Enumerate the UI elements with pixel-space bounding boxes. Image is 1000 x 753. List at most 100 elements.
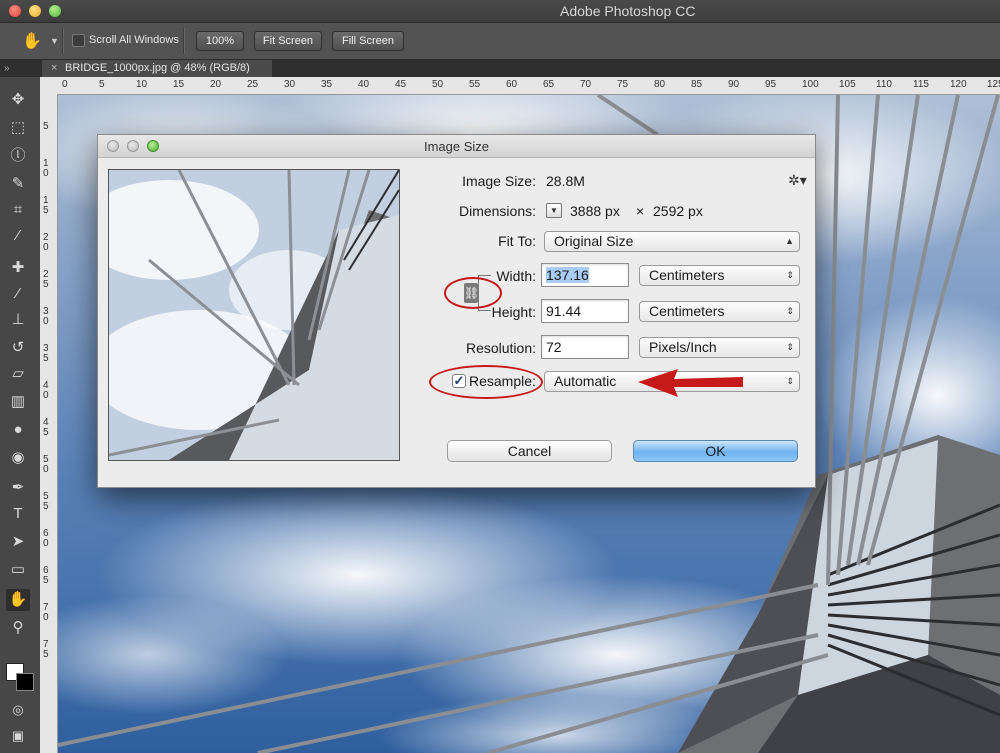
path-select-icon[interactable]: ➤: [6, 531, 30, 553]
ruler-tick-label: 55: [469, 79, 481, 90]
chevron-down-icon[interactable]: ▼: [50, 36, 59, 46]
type-icon[interactable]: T: [6, 503, 30, 525]
ruler-tick-label: 15: [173, 79, 185, 90]
eyedropper-icon[interactable]: ⁄: [6, 225, 30, 247]
ruler-tick-label: 10: [43, 158, 49, 179]
image-size-dialog: Image Size Image Size: 28.8M ✲▾ Dimensio…: [97, 134, 816, 488]
cancel-button[interactable]: Cancel: [447, 440, 612, 462]
image-size-label: Image Size:: [462, 173, 536, 189]
brush-icon[interactable]: ⁄: [6, 283, 30, 305]
healing-icon[interactable]: ✚: [6, 257, 30, 279]
crop-icon[interactable]: ⌗: [6, 199, 30, 221]
close-window-button[interactable]: [9, 5, 21, 17]
ruler-tick-label: 25: [43, 269, 49, 290]
ruler-tick-label: 30: [284, 79, 296, 90]
dimensions-dropdown-icon[interactable]: ▼: [546, 203, 562, 218]
fit-to-label: Fit To:: [498, 233, 536, 249]
fit-to-select[interactable]: Original Size ▲: [544, 231, 800, 252]
width-unit-select[interactable]: Centimeters ⇕: [639, 265, 800, 286]
gear-icon[interactable]: ✲▾: [788, 172, 807, 189]
options-bar: ✋ ▼ Scroll All Windows 100% Fit Screen F…: [0, 23, 1000, 60]
width-value: 137.16: [546, 267, 589, 283]
ruler-tick-label: 20: [210, 79, 222, 90]
ruler-tick-label: 120: [950, 79, 967, 90]
ruler-tick-label: 35: [321, 79, 333, 90]
resample-value: Automatic: [554, 373, 617, 389]
dialog-title: Image Size: [423, 139, 490, 154]
height-value: 91.44: [546, 303, 582, 319]
zoom-icon[interactable]: ⚲: [6, 617, 30, 639]
ruler-tick-label: 40: [43, 380, 49, 401]
background-color-swatch[interactable]: [16, 673, 34, 691]
zoom-100-button[interactable]: 100%: [196, 31, 244, 51]
blur-icon[interactable]: ●: [6, 419, 30, 441]
ruler-tick-label: 60: [506, 79, 518, 90]
ruler-tick-label: 110: [876, 79, 892, 90]
history-brush-icon[interactable]: ↺: [6, 337, 30, 359]
eraser-icon[interactable]: ▱: [6, 363, 30, 385]
screen-mode-icon[interactable]: ▣: [6, 725, 30, 747]
resample-label: Resample:: [469, 373, 536, 389]
updown-arrows-icon: ⇕: [786, 376, 794, 386]
dimensions-width-value: 3888 px: [570, 203, 620, 219]
resolution-field[interactable]: 72: [541, 335, 629, 359]
title-bar: Adobe Photoshop CC: [0, 0, 1000, 23]
ruler-tick-label: 115: [913, 79, 929, 90]
zoom-window-button[interactable]: [49, 5, 61, 17]
ok-button[interactable]: OK: [633, 440, 798, 462]
height-label: Height:: [491, 304, 536, 320]
height-unit-value: Centimeters: [649, 303, 725, 319]
vertical-ruler: 5 10 15 20 25 30 35 40 45 50 55 60 65 70 75: [40, 94, 58, 753]
width-field[interactable]: 137.16: [541, 263, 629, 287]
quick-select-icon[interactable]: ✎: [6, 173, 30, 195]
ruler-tick-label: 35: [43, 343, 49, 364]
resolution-unit-select[interactable]: Pixels/Inch ⇕: [639, 337, 800, 358]
marquee-icon[interactable]: ⬚: [6, 117, 30, 139]
fill-screen-button[interactable]: Fill Screen: [332, 31, 404, 51]
scroll-all-windows-checkbox[interactable]: [72, 34, 85, 47]
ruler-tick-label: 100: [802, 79, 819, 90]
height-unit-select[interactable]: Centimeters ⇕: [639, 301, 800, 322]
document-tab-bar: × BRIDGE_1000px.jpg @ 48% (RGB/8): [40, 60, 1000, 77]
resolution-label: Resolution:: [465, 340, 536, 356]
hand-icon[interactable]: ✋: [22, 31, 42, 51]
ruler-tick-label: 45: [43, 417, 49, 438]
ruler-tick-label: 50: [432, 79, 444, 90]
pen-icon[interactable]: ✒: [6, 477, 30, 499]
stamp-icon[interactable]: ⊥: [6, 309, 30, 331]
dodge-icon[interactable]: ◉: [6, 447, 30, 469]
close-tab-icon[interactable]: ×: [51, 60, 57, 77]
hand-icon[interactable]: ✋: [6, 589, 30, 611]
collapse-panels-icon[interactable]: »: [0, 60, 40, 77]
ruler-tick-label: 105: [839, 79, 856, 90]
resample-checkbox[interactable]: ✓: [452, 374, 466, 388]
dialog-title-bar: Image Size: [98, 135, 815, 158]
ruler-tick-label: 5: [99, 79, 105, 90]
updown-arrows-icon: ⇕: [786, 306, 794, 316]
image-preview[interactable]: [108, 169, 400, 461]
ruler-tick-label: 20: [43, 232, 49, 253]
divider: [183, 28, 185, 54]
ruler-tick-label: 90: [728, 79, 740, 90]
gradient-icon[interactable]: ▥: [6, 391, 30, 413]
minimize-window-button[interactable]: [29, 5, 41, 17]
ruler-tick-label: 0: [62, 79, 68, 90]
quick-mask-icon[interactable]: ◎: [6, 699, 30, 721]
lasso-icon[interactable]: ⓛ: [6, 145, 30, 167]
shape-icon[interactable]: ▭: [6, 559, 30, 581]
ruler-tick-label: 25: [247, 79, 259, 90]
ruler-tick-label: 70: [580, 79, 592, 90]
ruler-tick-label: 85: [691, 79, 703, 90]
fit-screen-button[interactable]: Fit Screen: [254, 31, 322, 51]
height-field[interactable]: 91.44: [541, 299, 629, 323]
ruler-tick-label: 75: [617, 79, 629, 90]
ruler-tick-label: 125: [987, 79, 1000, 90]
ruler-tick-label: 65: [543, 79, 555, 90]
annotation-arrow: [638, 369, 743, 397]
document-tab-label: BRIDGE_1000px.jpg @ 48% (RGB/8): [65, 62, 250, 74]
horizontal-ruler: 0 5 10 15 20 25 30 35 40 45 50 55 60 65 70 75 80 85 90 95 10…: [40, 77, 1000, 95]
document-tab[interactable]: × BRIDGE_1000px.jpg @ 48% (RGB/8): [42, 60, 272, 77]
ruler-tick-label: 65: [43, 565, 49, 586]
ruler-tick-label: 80: [654, 79, 666, 90]
move-icon[interactable]: ✥: [6, 89, 30, 111]
